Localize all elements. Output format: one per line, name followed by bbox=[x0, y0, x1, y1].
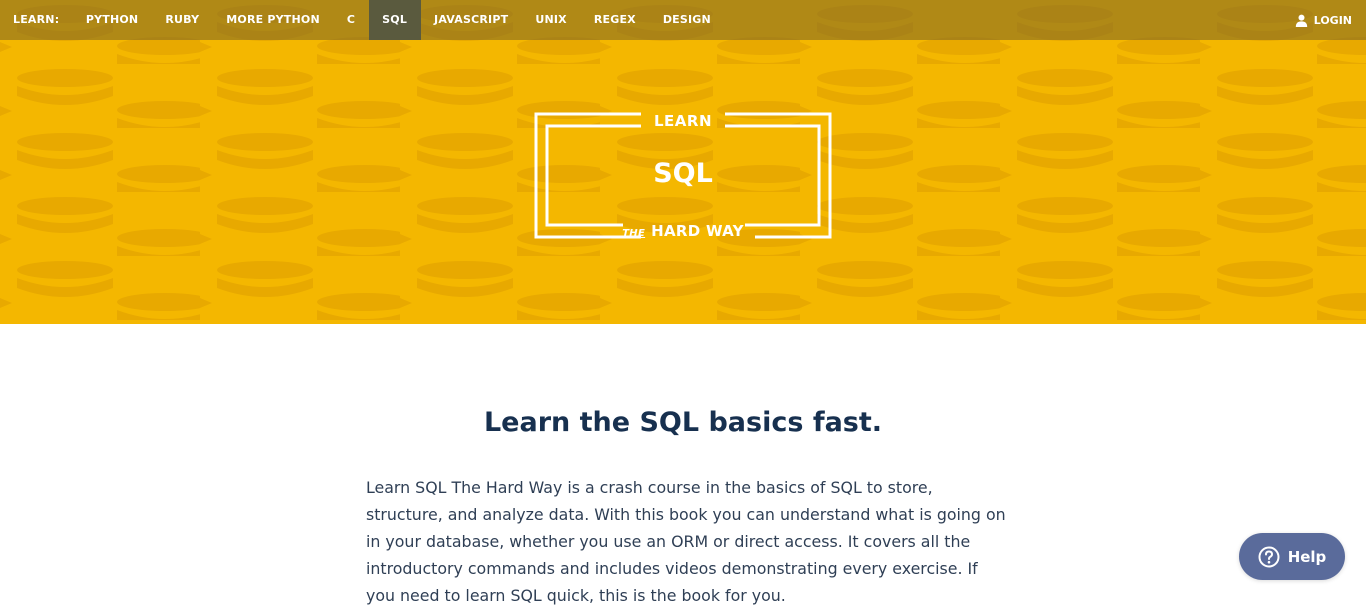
nav-item-python[interactable]: PYTHON bbox=[72, 0, 152, 40]
login-link[interactable]: LOGIN bbox=[1295, 0, 1366, 40]
nav-item-unix[interactable]: UNIX bbox=[522, 0, 581, 40]
logo-the-text: THE bbox=[622, 228, 646, 239]
logo-hard-way-text: THE HARD WAY bbox=[533, 222, 833, 240]
login-label: LOGIN bbox=[1313, 13, 1352, 27]
nav-item-javascript[interactable]: JAVASCRIPT bbox=[421, 0, 522, 40]
learn-sql-logo: LEARN SQL THE HARD WAY bbox=[533, 110, 833, 242]
nav-item-ruby[interactable]: RUBY bbox=[152, 0, 213, 40]
top-navigation: LEARN: PYTHON RUBY MORE PYTHON C SQL JAV… bbox=[0, 0, 1366, 40]
nav-learn-label: LEARN: bbox=[13, 13, 60, 26]
nav-item-more-python[interactable]: MORE PYTHON bbox=[213, 0, 334, 40]
page-heading: Learn the SQL basics fast. bbox=[483, 407, 883, 438]
question-circle-icon bbox=[1258, 546, 1280, 567]
nav-item-c[interactable]: C bbox=[333, 0, 368, 40]
help-button[interactable]: Help bbox=[1239, 533, 1345, 580]
user-icon bbox=[1295, 14, 1307, 27]
nav-item-regex[interactable]: REGEX bbox=[580, 0, 649, 40]
help-label: Help bbox=[1287, 547, 1327, 566]
logo-hard-way-label: HARD WAY bbox=[651, 222, 744, 240]
logo-learn-text: LEARN bbox=[653, 112, 713, 130]
main-content: Learn the SQL basics fast. Learn SQL The… bbox=[0, 324, 1366, 605]
logo-sql-text: SQL bbox=[653, 158, 713, 189]
nav-item-sql[interactable]: SQL bbox=[368, 0, 421, 40]
nav-item-design[interactable]: DESIGN bbox=[649, 0, 724, 40]
